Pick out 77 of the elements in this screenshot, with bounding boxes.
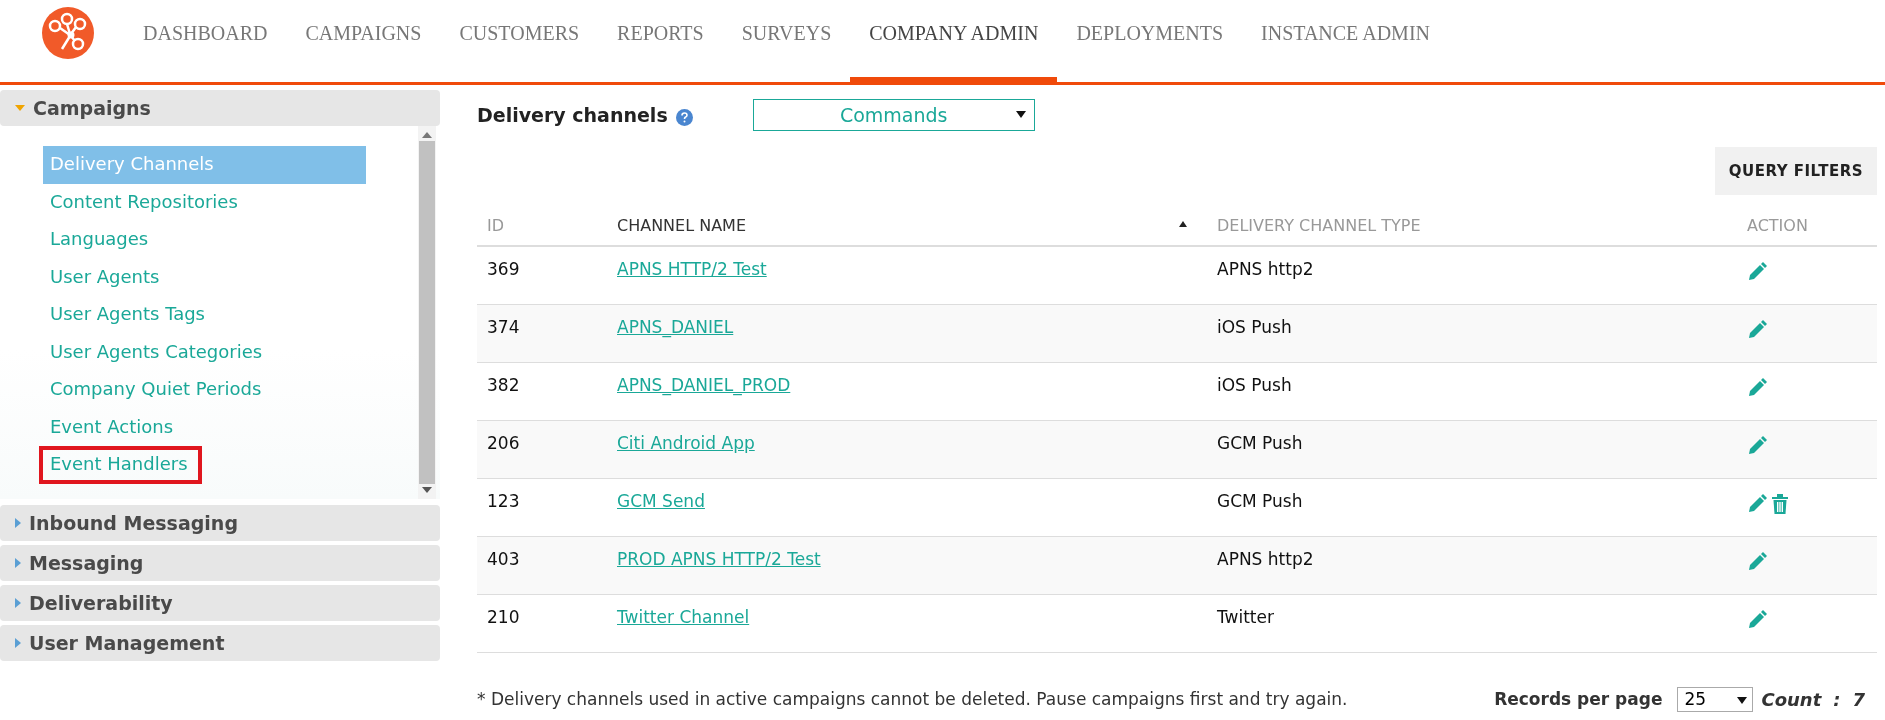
pencil-icon[interactable] [1747, 435, 1767, 456]
trash-icon[interactable] [1771, 493, 1789, 514]
submenu-item[interactable]: Event Handlers [39, 446, 202, 484]
nav-tab[interactable]: DEPLOYMENTS [1057, 0, 1243, 85]
table-cell: 374 [477, 304, 607, 362]
page-title: Delivery channels [477, 104, 668, 126]
submenu-item[interactable]: Languages [43, 221, 366, 259]
pencil-icon[interactable] [1747, 377, 1767, 398]
scroll-up-icon[interactable] [422, 132, 432, 138]
nav-tab[interactable]: DASHBOARD [124, 0, 287, 85]
nav-tab[interactable]: SURVEYS [722, 0, 851, 85]
caret-icon [15, 598, 21, 608]
nav-tab[interactable]: COMPANY ADMIN [850, 0, 1058, 85]
column-header[interactable]: DELIVERY CHANNEL TYPE [1207, 205, 1737, 246]
query-filters-button[interactable]: QUERY FILTERS [1714, 147, 1877, 195]
caret-icon [15, 518, 21, 528]
submenu-item[interactable]: User Agents [43, 258, 366, 296]
table-cell: iOS Push [1207, 362, 1737, 420]
caret-icon [1015, 111, 1026, 118]
pencil-icon[interactable] [1747, 319, 1767, 340]
accordion-header[interactable]: User Management [0, 625, 440, 661]
submenu-item[interactable]: Company Quiet Periods [43, 371, 366, 409]
records-per-page-label: Records per page [1494, 689, 1663, 709]
accordion-header[interactable]: Inbound Messaging [0, 505, 440, 541]
nav-tab[interactable]: CAMPAIGNS [286, 0, 441, 85]
accordion-header[interactable]: Deliverability [0, 585, 440, 621]
submenu-item[interactable]: Delivery Channels [43, 146, 366, 184]
table-cell: APNS http2 [1207, 246, 1737, 304]
command-dropdown[interactable]: Commands [752, 99, 1035, 131]
channel-link[interactable]: Citi Android App [617, 432, 755, 453]
caret-icon [1737, 696, 1748, 704]
table-cell: 210 [477, 594, 607, 652]
accordion-header[interactable]: Messaging [0, 545, 440, 581]
channel-link[interactable]: APNS HTTP/2 Test [617, 259, 767, 279]
table-cell: GCM Push [1207, 420, 1737, 478]
table-cell: Twitter [1207, 594, 1737, 652]
sort-arrow-icon [1179, 220, 1187, 227]
submenu-item[interactable]: Event Actions [43, 408, 366, 446]
scroll-down-icon[interactable] [422, 487, 432, 493]
table-cell: APNS http2 [1207, 536, 1737, 594]
submenu-item[interactable]: User Agents Tags [43, 296, 366, 334]
submenu-item[interactable]: Content Repositories [43, 183, 366, 221]
table-cell: 206 [477, 420, 607, 478]
table-cell: iOS Push [1207, 304, 1737, 362]
scrollbar[interactable] [418, 126, 436, 499]
logo-icon[interactable] [42, 7, 94, 59]
nav-tab[interactable]: REPORTS [598, 0, 723, 85]
table-cell: 382 [477, 362, 607, 420]
table-cell: 403 [477, 536, 607, 594]
channel-link[interactable]: PROD APNS HTTP/2 Test [617, 548, 821, 569]
footnote: * Delivery channels used in active campaigns cannot be deleted. Pause campaigns first and try again. [477, 689, 1349, 709]
column-header[interactable]: CHANNEL NAME [607, 205, 1207, 246]
pencil-icon[interactable] [1747, 493, 1767, 514]
pencil-icon[interactable] [1747, 262, 1767, 282]
count-value: 7 [1852, 688, 1865, 710]
caret-icon [15, 558, 21, 568]
records-per-page-select[interactable]: 25 [1677, 686, 1754, 712]
count-separator: : [1833, 688, 1841, 710]
column-header[interactable]: ACTION [1737, 205, 1877, 246]
channel-link[interactable]: APNS_DANIEL_PROD [617, 374, 791, 395]
caret-icon [15, 105, 25, 111]
accordion-header[interactable]: Campaigns [0, 90, 440, 126]
channel-link[interactable]: Twitter Channel [617, 606, 750, 627]
table-cell: 123 [477, 478, 607, 536]
submenu-item[interactable]: User Agents Categories [43, 333, 366, 371]
help-icon[interactable] [675, 108, 693, 126]
caret-icon [15, 638, 21, 648]
column-header[interactable]: ID [477, 205, 607, 246]
nav-tab[interactable]: CUSTOMERS [440, 0, 599, 85]
nav-tab[interactable]: INSTANCE ADMIN [1242, 0, 1449, 85]
table-cell: 369 [477, 246, 607, 304]
count-label: Count [1761, 688, 1822, 710]
channel-link[interactable]: APNS_DANIEL [617, 316, 734, 337]
pencil-icon[interactable] [1747, 551, 1767, 572]
table-cell: GCM Push [1207, 478, 1737, 536]
channel-link[interactable]: GCM Send [617, 490, 705, 511]
pencil-icon[interactable] [1747, 609, 1767, 630]
